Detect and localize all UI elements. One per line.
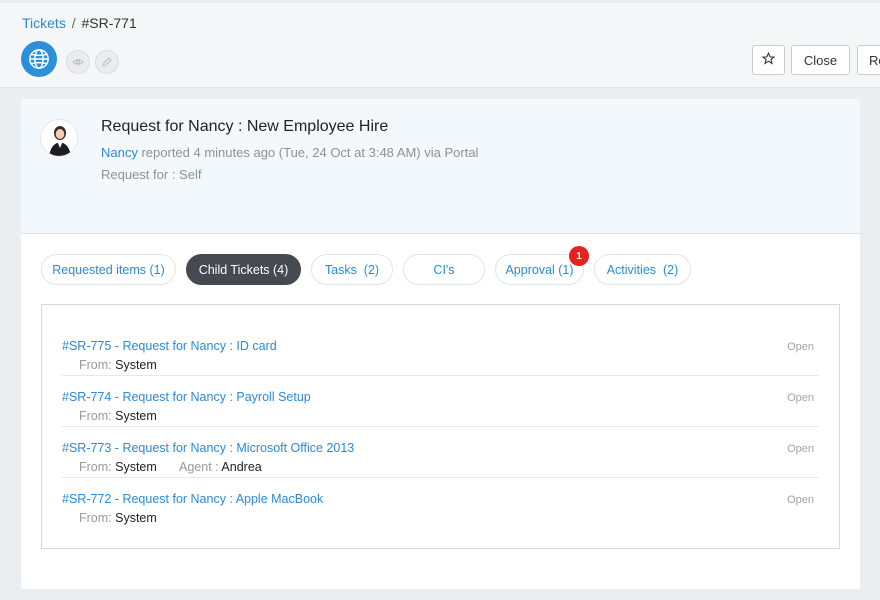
list-item: #SR-774 - Request for Nancy : Payroll Se… xyxy=(62,376,819,427)
status-badge: Open xyxy=(787,341,814,353)
from-field: From: System xyxy=(79,460,157,474)
from-label: From: xyxy=(79,358,112,372)
next-action-button[interactable]: Re xyxy=(857,45,880,75)
tab-activities[interactable]: Activities (2) xyxy=(594,254,691,285)
status-badge: Open xyxy=(787,443,814,455)
reported-text: reported 4 minutes ago (Tue, 24 Oct at 3… xyxy=(137,145,479,160)
from-label: From: xyxy=(79,409,112,423)
close-ticket-button[interactable]: Close xyxy=(791,45,850,75)
list-item: #SR-772 - Request for Nancy : Apple MacB… xyxy=(62,478,819,529)
list-item: #SR-775 - Request for Nancy : ID card Fr… xyxy=(62,325,819,376)
child-ticket-link[interactable]: #SR-773 - Request for Nancy : Microsoft … xyxy=(62,441,354,455)
breadcrumb-tickets-link[interactable]: Tickets xyxy=(22,15,66,31)
list-item: #SR-773 - Request for Nancy : Microsoft … xyxy=(62,427,819,478)
tab-tasks[interactable]: Tasks (2) xyxy=(311,254,393,285)
status-badge: Open xyxy=(787,494,814,506)
from-value: System xyxy=(115,511,157,525)
star-icon xyxy=(761,51,776,68)
from-value: System xyxy=(115,460,157,474)
from-field: From: System xyxy=(79,358,157,372)
approval-badge: 1 xyxy=(569,246,589,266)
top-bar: Tickets / #SR-771 Close Re xyxy=(0,0,880,88)
from-field: From: System xyxy=(79,511,157,525)
ticket-meta: Nancy reported 4 minutes ago (Tue, 24 Oc… xyxy=(101,145,478,160)
breadcrumb-separator: / xyxy=(71,15,76,31)
globe-icon[interactable] xyxy=(21,41,57,77)
requester-link[interactable]: Nancy xyxy=(101,145,138,160)
top-divider xyxy=(0,0,880,3)
child-ticket-link[interactable]: #SR-774 - Request for Nancy : Payroll Se… xyxy=(62,390,311,404)
from-value: System xyxy=(115,358,157,372)
breadcrumb: Tickets / #SR-771 xyxy=(22,15,137,31)
tab-child-tickets[interactable]: Child Tickets (4) xyxy=(186,254,301,285)
child-ticket-link[interactable]: #SR-775 - Request for Nancy : ID card xyxy=(62,339,277,353)
from-label: From: xyxy=(79,511,112,525)
from-label: From: xyxy=(79,460,112,474)
tab-cis[interactable]: CI's xyxy=(403,254,485,285)
from-field: From: System xyxy=(79,409,157,423)
tab-requested-items[interactable]: Requested items (1) xyxy=(41,254,176,285)
star-button[interactable] xyxy=(752,45,785,75)
request-for: Request for : Self xyxy=(101,167,202,182)
child-ticket-link[interactable]: #SR-772 - Request for Nancy : Apple MacB… xyxy=(62,492,323,506)
from-value: System xyxy=(115,409,157,423)
eye-icon[interactable] xyxy=(66,50,90,74)
agent-label: Agent : xyxy=(179,460,219,474)
pencil-icon[interactable] xyxy=(95,50,119,74)
ticket-header: Request for Nancy : New Employee Hire Na… xyxy=(21,99,860,234)
child-ticket-list: #SR-775 - Request for Nancy : ID card Fr… xyxy=(41,304,840,549)
breadcrumb-current: #SR-771 xyxy=(81,15,137,31)
status-badge: Open xyxy=(787,392,814,404)
agent-field: Agent : Andrea xyxy=(179,460,262,474)
agent-value: Andrea xyxy=(221,460,262,474)
ticket-title: Request for Nancy : New Employee Hire xyxy=(101,118,389,135)
avatar xyxy=(40,119,78,157)
ticket-card: Request for Nancy : New Employee Hire Na… xyxy=(21,99,860,589)
